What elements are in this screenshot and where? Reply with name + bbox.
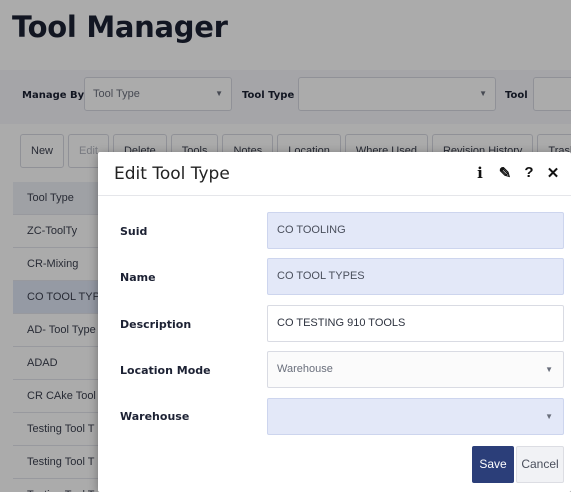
- name-label: Name: [120, 271, 156, 284]
- close-icon[interactable]: ✕: [544, 164, 562, 184]
- location-mode-value: Warehouse: [277, 363, 333, 375]
- dialog-header: Edit Tool Type i ✎ ? ✕: [98, 152, 571, 196]
- edit-tool-type-dialog: Edit Tool Type i ✎ ? ✕ Suid CO TOOLING N…: [98, 152, 571, 492]
- location-mode-select[interactable]: Warehouse ▼: [267, 351, 564, 388]
- description-field[interactable]: CO TESTING 910 TOOLS: [267, 305, 564, 342]
- name-field[interactable]: CO TOOL TYPES: [267, 258, 564, 295]
- edit-icon[interactable]: ✎: [496, 164, 514, 184]
- suid-field[interactable]: CO TOOLING: [267, 212, 564, 249]
- cancel-button[interactable]: Cancel: [516, 446, 564, 483]
- info-icon[interactable]: i: [471, 164, 489, 184]
- dialog-title: Edit Tool Type: [114, 164, 230, 184]
- warehouse-label: Warehouse: [120, 410, 190, 423]
- help-icon[interactable]: ?: [520, 164, 538, 184]
- location-mode-label: Location Mode: [120, 364, 211, 377]
- description-label: Description: [120, 318, 192, 331]
- save-button[interactable]: Save: [472, 446, 514, 483]
- chevron-down-icon: ▼: [545, 412, 553, 421]
- suid-label: Suid: [120, 225, 148, 238]
- warehouse-select[interactable]: ▼: [267, 398, 564, 435]
- chevron-down-icon: ▼: [545, 365, 553, 374]
